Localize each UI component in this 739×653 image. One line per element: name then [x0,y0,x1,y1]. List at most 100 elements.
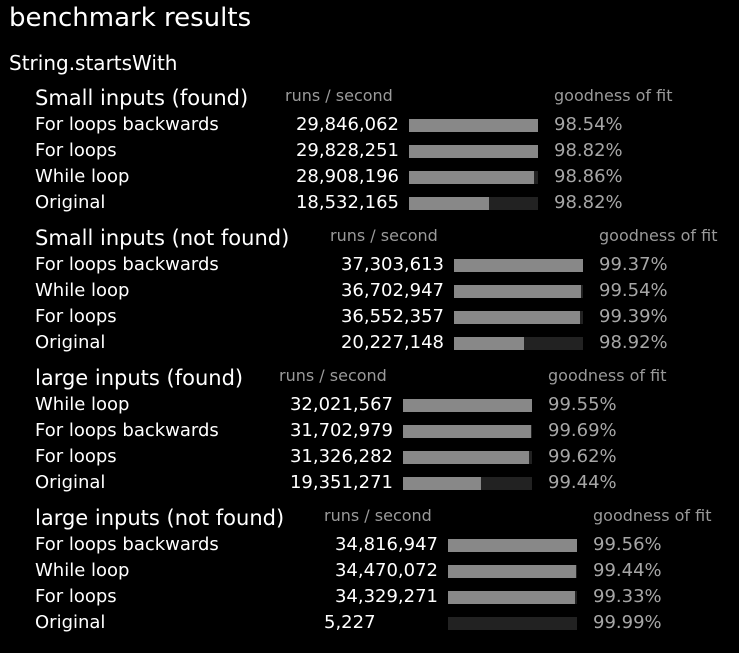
row-name: For loops [35,446,117,467]
group-header: large inputs (found) runs / second goodn… [35,364,735,392]
fit-value: 99.37% [599,254,668,275]
bar-track [403,477,532,490]
table-row: For loops 34,329,271 99.33% [35,584,735,610]
bar-track [454,337,583,350]
runs-column-header: runs / second [279,366,387,385]
runs-value: 28,908,196 [295,166,399,187]
fit-value: 98.86% [554,166,623,187]
fit-value: 99.44% [548,472,617,493]
bar-fill [454,337,524,350]
bar-fill [454,259,583,272]
bar-track [454,285,583,298]
bar-track [409,197,538,210]
table-row: While loop 34,470,072 99.44% [35,558,735,584]
bar-track [448,617,577,630]
row-name: While loop [35,560,130,581]
row-name: Original [35,472,106,493]
fit-value: 98.82% [554,140,623,161]
result-group: large inputs (not found) runs / second g… [35,504,739,644]
page-title: benchmark results [9,3,252,33]
runs-column-header: runs / second [285,86,393,105]
row-name: For loops backwards [35,114,219,135]
table-row: While loop 32,021,567 99.55% [35,392,735,418]
table-row: For loops 31,326,282 99.62% [35,444,735,470]
bar-track [409,171,538,184]
bar-track [403,399,532,412]
group-title: large inputs (not found) [35,506,285,530]
fit-column-header: goodness of fit [593,506,712,525]
bar-fill [454,311,581,324]
row-name: For loops [35,586,117,607]
fit-value: 99.69% [548,420,617,441]
runs-value: 37,303,613 [340,254,444,275]
result-group: Small inputs (found) runs / second goodn… [35,84,739,224]
runs-value: 31,326,282 [289,446,393,467]
fit-value: 99.33% [593,586,662,607]
fit-value: 99.55% [548,394,617,415]
bar-track [448,565,577,578]
bar-track [454,259,583,272]
group-header: Small inputs (not found) runs / second g… [35,224,735,252]
bar-fill [403,451,530,464]
fit-value: 99.39% [599,306,668,327]
table-row: Original 20,227,148 98.92% [35,330,735,356]
bar-track [454,311,583,324]
bar-track [409,145,538,158]
table-row: While loop 28,908,196 98.86% [35,164,735,190]
bar-fill [403,399,532,412]
runs-value: 20,227,148 [340,332,444,353]
bar-track [403,451,532,464]
fit-value: 99.56% [593,534,662,555]
table-row: While loop 36,702,947 99.54% [35,278,735,304]
bar-fill [403,477,481,490]
bar-fill [448,591,576,604]
fit-column-header: goodness of fit [554,86,673,105]
fit-value: 98.54% [554,114,623,135]
result-group: Small inputs (not found) runs / second g… [35,224,739,364]
fit-value: 99.62% [548,446,617,467]
row-name: Original [35,192,106,213]
runs-value: 36,552,357 [340,306,444,327]
fit-value: 99.54% [599,280,668,301]
group-header: large inputs (not found) runs / second g… [35,504,735,532]
row-name: For loops [35,140,117,161]
runs-value: 34,816,947 [334,534,438,555]
runs-value: 32,021,567 [289,394,393,415]
bar-track [448,591,577,604]
bar-fill [403,425,531,438]
table-row: Original 18,532,165 98.82% [35,190,735,216]
group-title: large inputs (found) [35,366,244,390]
bar-fill [409,171,534,184]
runs-value: 29,828,251 [295,140,399,161]
fit-value: 98.92% [599,332,668,353]
bar-fill [409,119,538,132]
bar-fill [454,285,581,298]
row-name: For loops [35,306,117,327]
runs-value: 34,329,271 [334,586,438,607]
result-group: large inputs (found) runs / second goodn… [35,364,739,504]
benchmark-name: String.startsWith [9,51,178,75]
table-row: Original 19,351,271 99.44% [35,470,735,496]
bar-fill [448,565,576,578]
runs-value: 29,846,062 [295,114,399,135]
row-name: While loop [35,394,130,415]
fit-value: 98.82% [554,192,623,213]
runs-value: 36,702,947 [340,280,444,301]
table-row: For loops backwards 34,816,947 99.56% [35,532,735,558]
bar-fill [409,145,538,158]
bar-fill [409,197,490,210]
row-name: While loop [35,280,130,301]
fit-column-header: goodness of fit [548,366,667,385]
row-name: For loops backwards [35,420,219,441]
fit-value: 99.99% [593,612,662,633]
group-title: Small inputs (found) [35,86,249,110]
row-name: Original [35,332,106,353]
table-row: For loops 29,828,251 98.82% [35,138,735,164]
table-row: For loops backwards 31,702,979 99.69% [35,418,735,444]
bar-track [403,425,532,438]
table-row: For loops backwards 29,846,062 98.54% [35,112,735,138]
row-name: While loop [35,166,130,187]
runs-value: 19,351,271 [289,472,393,493]
row-name: For loops backwards [35,534,219,555]
bar-track [448,539,577,552]
